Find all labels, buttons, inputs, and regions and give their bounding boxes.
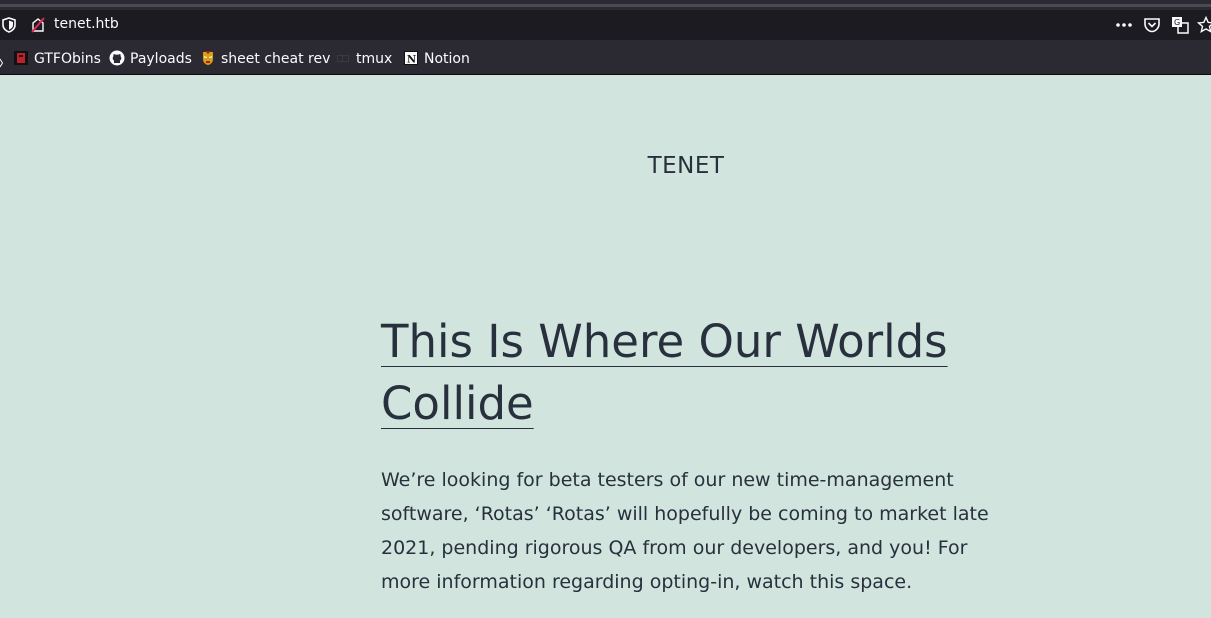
window-titlebar-strip <box>0 0 1211 10</box>
notion-icon: N <box>403 50 419 66</box>
tab-strip-edge <box>0 4 1211 7</box>
gtfobins-icon <box>13 50 29 66</box>
site-title[interactable]: TENET <box>0 153 1211 179</box>
github-icon <box>109 50 125 66</box>
bookmarks-toolbar: GTFObins Payloads sheet cheat rev tmux N… <box>0 40 1211 75</box>
bookmark-label: GTFObins <box>34 51 101 67</box>
shield-icon[interactable] <box>2 17 16 33</box>
bookmark-label: tmux <box>356 51 393 67</box>
bookmark-label: sheet cheat rev <box>221 51 331 67</box>
bookmark-label: Payloads <box>130 51 192 67</box>
overflow-chevron-icon[interactable] <box>0 53 4 68</box>
tmux-icon <box>335 50 351 66</box>
post-body: We’re looking for beta testers of our ne… <box>381 469 989 593</box>
post-title-link[interactable]: This Is Where Our Worlds Collide <box>381 315 948 430</box>
post-title: This Is Where Our Worlds Collide <box>381 311 1001 435</box>
site-identity-icon[interactable] <box>30 17 46 33</box>
svg-text:N: N <box>407 55 416 66</box>
bookmark-sheet-cheat-rev[interactable]: sheet cheat rev <box>200 50 330 68</box>
bookmark-gtfobins[interactable]: GTFObins <box>13 50 101 68</box>
address-bar[interactable]: tenet.htb G <box>0 10 1211 40</box>
url-text[interactable]: tenet.htb <box>54 16 119 32</box>
bookmark-notion[interactable]: N Notion <box>403 50 470 68</box>
pocket-icon[interactable] <box>1143 16 1161 38</box>
bookmark-payloads[interactable]: Payloads <box>109 50 192 68</box>
translate-icon[interactable]: G <box>1171 16 1189 38</box>
page-content: TENET This Is Where Our Worlds Collide W… <box>0 75 1211 618</box>
bookmark-tmux[interactable]: tmux <box>335 50 392 68</box>
svg-text:G: G <box>1174 18 1180 27</box>
star-icon[interactable] <box>1196 15 1211 38</box>
more-actions-icon[interactable] <box>1115 16 1133 38</box>
bookmark-label: Notion <box>424 51 470 67</box>
ironman-icon <box>200 50 216 66</box>
